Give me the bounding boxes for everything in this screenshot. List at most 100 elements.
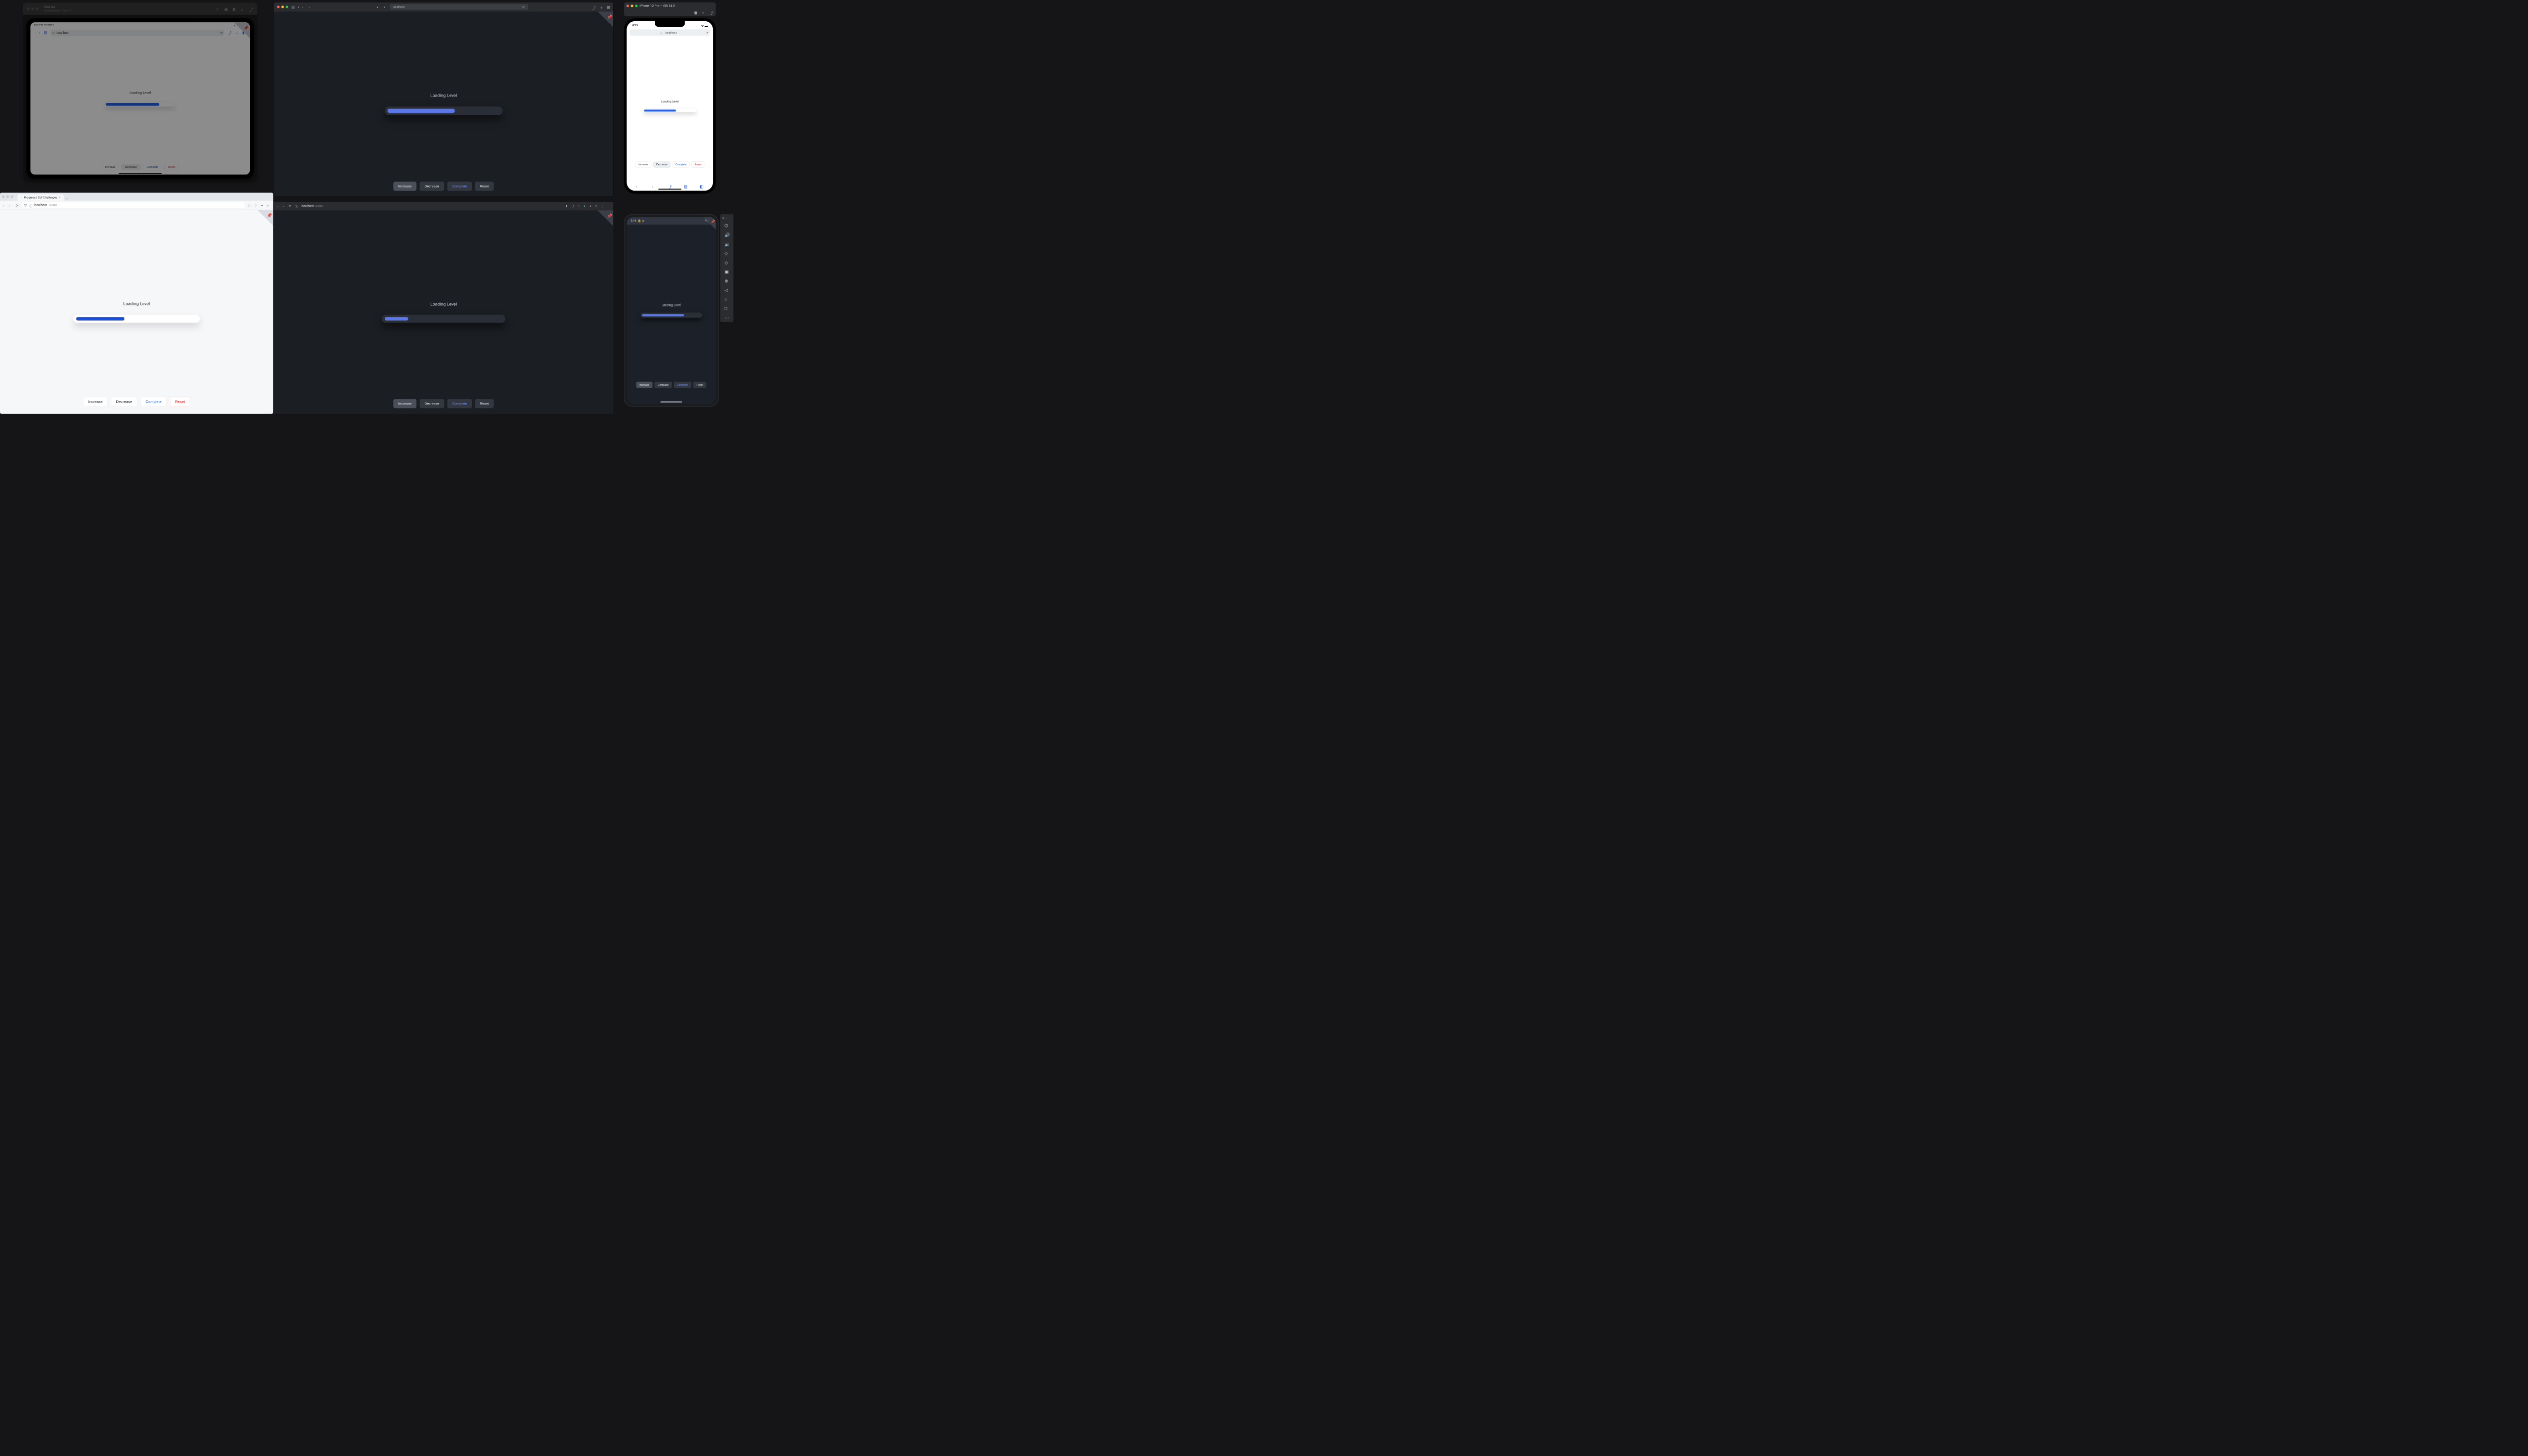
back-icon[interactable] <box>3 203 7 207</box>
home-icon[interactable] <box>241 7 245 11</box>
rotate-icon[interactable] <box>249 7 253 11</box>
browser-tab[interactable]: Progress | GUI Challenges ✕ <box>18 194 64 201</box>
screenshot-icon[interactable] <box>694 11 698 14</box>
menu-icon[interactable] <box>607 205 610 208</box>
increase-button[interactable]: Increase <box>393 399 417 408</box>
decrease-button[interactable]: Decrease <box>420 399 444 408</box>
chrome-window: localhost:3000 Loading Level Increase De… <box>274 202 614 414</box>
increase-button[interactable]: Increase <box>83 397 108 407</box>
reset-button[interactable]: Reset <box>692 162 704 168</box>
volume-down-icon[interactable] <box>725 242 729 246</box>
visbug-corner[interactable] <box>598 12 613 27</box>
decrease-button[interactable]: Decrease <box>653 162 670 168</box>
extension-icon[interactable] <box>583 205 586 208</box>
sidebar-toggle-icon[interactable] <box>291 5 295 9</box>
decrease-button[interactable]: Decrease <box>122 164 141 170</box>
overview-nav-icon[interactable] <box>725 306 729 311</box>
visbug-corner[interactable] <box>257 210 273 225</box>
extension-icon[interactable] <box>254 203 258 207</box>
reload-icon[interactable] <box>522 6 525 9</box>
window-titlebar[interactable]: iPhone 12 Pro – iOS 14.5 <box>624 3 716 10</box>
bookmark-icon[interactable] <box>248 203 251 207</box>
share-icon[interactable] <box>593 5 596 9</box>
privacy-icon[interactable] <box>383 5 387 9</box>
complete-button[interactable]: Complete <box>447 181 472 191</box>
site-info-icon[interactable] <box>295 205 298 208</box>
toggle-icon[interactable] <box>216 7 220 11</box>
increase-button[interactable]: Increase <box>636 162 652 168</box>
complete-button[interactable]: Complete <box>447 399 472 408</box>
home-indicator[interactable] <box>658 189 681 190</box>
close-icon[interactable]: ✕ – <box>722 216 727 220</box>
reload-icon[interactable] <box>16 203 19 207</box>
decrease-button[interactable]: Decrease <box>420 181 444 191</box>
camera-icon[interactable] <box>725 269 729 274</box>
increase-button[interactable]: Increase <box>636 382 652 388</box>
bookmark-icon[interactable] <box>577 205 580 208</box>
reset-button[interactable]: Reset <box>475 181 493 191</box>
bookmarks-icon[interactable] <box>684 184 688 188</box>
simulator-toolbar-icons[interactable] <box>216 7 253 11</box>
tabs-overview-icon[interactable] <box>607 5 610 9</box>
rotate-right-icon[interactable] <box>725 260 729 265</box>
record-icon[interactable] <box>233 7 237 11</box>
zoom-in-icon[interactable] <box>725 279 729 283</box>
menu-icon[interactable] <box>267 203 270 207</box>
new-tab-icon[interactable] <box>66 197 68 199</box>
back-icon[interactable] <box>725 288 729 292</box>
shield-icon[interactable] <box>24 204 27 207</box>
reset-button[interactable]: Reset <box>170 397 190 407</box>
rotate-icon[interactable] <box>709 11 713 14</box>
visbug-corner[interactable] <box>598 210 613 226</box>
volume-up-icon[interactable] <box>725 233 729 237</box>
increase-button[interactable]: Increase <box>393 181 417 191</box>
decrease-button[interactable]: Decrease <box>111 397 138 407</box>
traffic-lights[interactable] <box>27 8 38 10</box>
complete-button[interactable]: Complete <box>674 382 691 388</box>
site-info-icon[interactable] <box>29 204 32 207</box>
increase-button[interactable]: Increase <box>102 164 119 170</box>
home-indicator[interactable] <box>119 173 162 174</box>
share-icon[interactable] <box>668 184 672 188</box>
reset-button[interactable]: Reset <box>165 164 179 170</box>
complete-button[interactable]: Complete <box>672 162 690 168</box>
reading-list-icon[interactable] <box>595 205 598 208</box>
back-icon[interactable] <box>302 5 306 9</box>
close-tab-icon[interactable]: ✕ <box>59 196 61 199</box>
theme-icon[interactable] <box>377 5 380 9</box>
share-icon[interactable] <box>571 205 574 208</box>
address-bar[interactable]: localhost <box>390 4 528 10</box>
back-icon[interactable] <box>277 205 280 208</box>
forward-icon[interactable] <box>283 205 286 208</box>
extension2-icon[interactable] <box>260 203 264 207</box>
traffic-lights[interactable] <box>626 5 638 7</box>
address-bar[interactable]: localhost:3000 <box>301 204 323 208</box>
avatar-icon[interactable] <box>601 205 604 208</box>
forward-icon[interactable] <box>652 184 656 188</box>
screenshot-icon[interactable] <box>224 7 229 11</box>
address-bar[interactable]: localhost:3000 <box>22 202 245 208</box>
forward-icon[interactable] <box>309 5 312 9</box>
visbug-corner[interactable] <box>703 217 716 230</box>
devtools-device-icon[interactable] <box>565 205 568 208</box>
more-icon[interactable] <box>725 315 729 320</box>
reset-button[interactable]: Reset <box>475 399 493 408</box>
power-icon[interactable] <box>725 223 729 228</box>
decrease-button[interactable]: Decrease <box>654 382 671 388</box>
home-icon[interactable] <box>702 11 705 14</box>
complete-button[interactable]: Complete <box>141 397 167 407</box>
extensions-menu-icon[interactable] <box>589 205 592 208</box>
reset-button[interactable]: Reset <box>693 382 706 388</box>
complete-button[interactable]: Complete <box>143 164 162 170</box>
traffic-lights[interactable] <box>277 6 288 8</box>
reload-icon[interactable] <box>289 205 292 208</box>
new-tab-icon[interactable] <box>600 5 603 9</box>
forward-icon[interactable] <box>9 203 13 207</box>
traffic-lights[interactable] <box>2 195 13 198</box>
rotate-left-icon[interactable] <box>725 251 729 255</box>
home-nav-icon[interactable] <box>725 297 729 301</box>
window-titlebar[interactable]: iPad Air 4th generation – iOS 14.5 <box>23 3 257 15</box>
tabs-icon[interactable] <box>700 184 704 188</box>
home-indicator[interactable] <box>660 401 682 402</box>
back-icon[interactable] <box>636 184 640 188</box>
